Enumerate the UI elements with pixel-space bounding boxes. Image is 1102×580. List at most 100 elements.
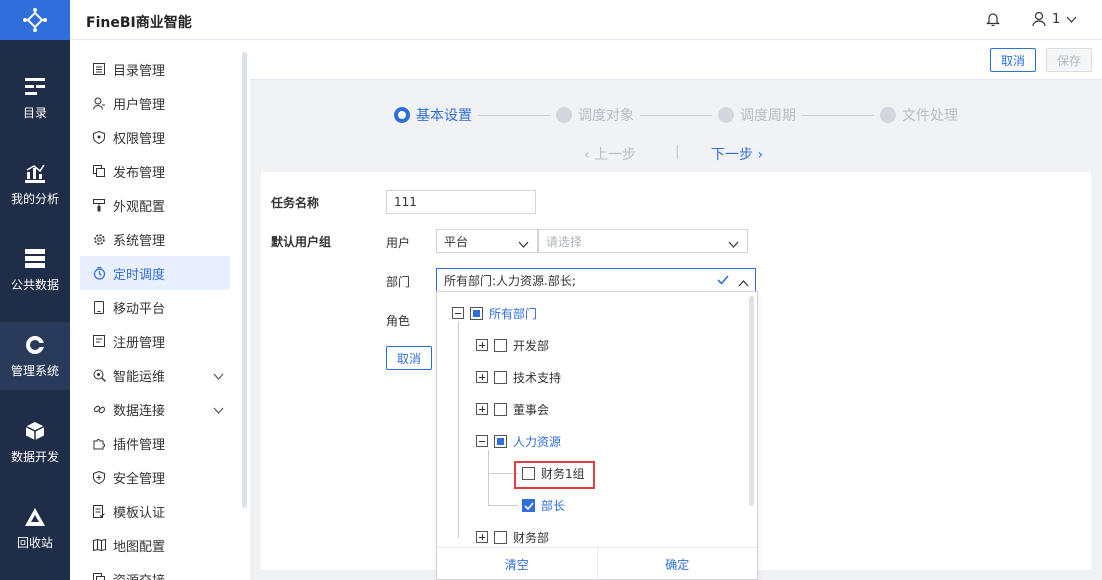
collapse-icon[interactable] (476, 435, 488, 447)
tree-node-head[interactable]: 部长 (522, 496, 565, 514)
sidebar-item-permissions[interactable]: 权限管理 (80, 120, 230, 154)
sidebar-item-system[interactable]: 系统管理 (80, 222, 230, 256)
collapse-icon[interactable] (452, 307, 464, 319)
nav-public-data[interactable]: 公共数据 (0, 236, 70, 304)
nav-data-dev[interactable]: 数据开发 (0, 408, 70, 476)
nav-catalog[interactable]: 目录 (0, 64, 70, 132)
sidebar-scrollbar[interactable] (242, 52, 247, 508)
role-label: 角色 (386, 314, 411, 328)
expand-icon[interactable] (476, 371, 488, 383)
partial-checkbox[interactable] (494, 434, 507, 448)
step-schedule-object[interactable]: 调度对象 (556, 105, 634, 125)
tree-node-tech-support[interactable]: 技术支持 (476, 368, 561, 386)
recycle-icon (24, 506, 46, 528)
nav-recycle-label: 回收站 (16, 535, 53, 550)
sidebar-item-label: 智能运维 (113, 369, 166, 385)
sidebar-item-appearance[interactable]: 外观配置 (80, 188, 230, 222)
checkbox[interactable] (494, 530, 507, 544)
partial-checkbox[interactable] (470, 306, 483, 320)
user-menu[interactable]: 1 (1032, 11, 1077, 27)
next-step-label: 下一步 (711, 147, 753, 163)
nav-recycle[interactable]: 回收站 (0, 494, 70, 562)
step-connector (472, 114, 556, 116)
tree-scrollbar[interactable] (749, 296, 754, 506)
user-icon (92, 96, 106, 110)
sidebar-item-users[interactable]: 用户管理 (80, 86, 230, 120)
ops-icon (92, 368, 106, 382)
checkbox[interactable] (494, 338, 507, 352)
step-schedule-cycle[interactable]: 调度周期 (718, 105, 796, 125)
expand-icon[interactable] (476, 531, 488, 543)
expand-icon[interactable] (476, 403, 488, 415)
nav-admin[interactable]: 管理系统 (0, 322, 70, 390)
task-name-input[interactable]: 111 (386, 190, 536, 214)
chevron-down-icon (728, 237, 739, 251)
clear-button[interactable]: 清空 (437, 548, 598, 580)
nav-analysis-label: 我的分析 (10, 191, 59, 206)
sidebar-item-security[interactable]: 安全管理 (80, 460, 230, 494)
dept-label: 部门 (386, 275, 411, 289)
sidebar-item-label: 插件管理 (113, 437, 166, 453)
sidebar-item-publish[interactable]: 发布管理 (80, 154, 230, 188)
brush-icon (92, 198, 106, 212)
tree-node-root[interactable]: 所有部门 (452, 304, 537, 322)
timer-icon (92, 266, 106, 280)
sidebar-item-data-connection[interactable]: 数据连接 (80, 392, 230, 426)
publish-icon (92, 164, 106, 178)
tree-node-board[interactable]: 董事会 (476, 400, 549, 418)
tree-node-dev[interactable]: 开发部 (476, 336, 549, 354)
platform-select[interactable]: 平台 (436, 229, 538, 253)
confirm-button[interactable]: 确定 (598, 548, 758, 580)
next-step-button[interactable]: 下一步 › (711, 144, 763, 164)
logo-icon (23, 8, 47, 32)
highlight-box (514, 461, 595, 489)
nav-analysis[interactable]: 我的分析 (0, 150, 70, 218)
nav-public-data-label: 公共数据 (10, 277, 59, 292)
sidebar-item-registration[interactable]: 注册管理 (80, 324, 230, 358)
wizard-steps: 基本设置 调度对象 调度周期 文件处理 (394, 106, 958, 124)
task-name-value: 111 (394, 195, 417, 209)
tree-node-label: 财务部 (513, 530, 550, 545)
sidebar-item-ops[interactable]: 智能运维 (80, 358, 230, 392)
sidebar-item-label: 系统管理 (113, 233, 166, 249)
settings-icon (92, 232, 106, 246)
tree-node-finance[interactable]: 财务部 (476, 528, 549, 546)
expand-icon[interactable] (476, 339, 488, 351)
sidebar-item-mobile[interactable]: 移动平台 (80, 290, 230, 324)
chevron-down-icon (213, 403, 224, 418)
puzzle-icon (92, 436, 106, 450)
sidebar-item-plugins[interactable]: 插件管理 (80, 426, 230, 460)
tree-node-hr[interactable]: 人力资源 (476, 432, 561, 450)
sidebar-item-catalog[interactable]: 目录管理 (80, 52, 230, 86)
cube-icon (24, 420, 46, 442)
user-label: 用户 (386, 236, 411, 250)
step-connector (634, 114, 718, 116)
form-cancel-button[interactable]: 取消 (386, 346, 432, 370)
sidebar-item-schedule[interactable]: 定时调度 (80, 256, 230, 290)
checked-checkbox[interactable] (522, 498, 535, 512)
app-logo[interactable] (0, 0, 70, 40)
tree-guide-line (458, 322, 459, 538)
step-basic-settings[interactable]: 基本设置 (394, 105, 472, 125)
security-shield-icon (92, 470, 106, 484)
link-icon (92, 402, 106, 416)
cancel-button[interactable]: 取消 (990, 48, 1036, 72)
sidebar-item-template-cert[interactable]: 模板认证 (80, 494, 230, 528)
sidebar-item-resource-handover[interactable]: 资源交接 (80, 562, 230, 580)
checkbox[interactable] (494, 370, 507, 384)
catalog-icon (24, 76, 46, 98)
step-label: 调度对象 (578, 108, 634, 124)
left-nav: 目录 我的分析 公共数据 管理系统 数据开发 回收站 (0, 0, 70, 580)
dept-select[interactable]: 所有部门:人力资源.部长; (436, 268, 756, 292)
step-dot (556, 107, 572, 123)
prev-step-button[interactable]: ‹ 上一步 (584, 144, 636, 164)
user-select[interactable]: 请选择 (538, 229, 748, 253)
action-bar (250, 40, 1102, 80)
register-icon (92, 334, 106, 348)
save-button[interactable]: 保存 (1046, 48, 1092, 72)
checkbox[interactable] (494, 402, 507, 416)
default-group-label: 默认用户组 (271, 235, 332, 249)
step-file-processing[interactable]: 文件处理 (880, 105, 958, 125)
sidebar-item-map[interactable]: 地图配置 (80, 528, 230, 562)
notification-bell[interactable] (986, 11, 1000, 30)
